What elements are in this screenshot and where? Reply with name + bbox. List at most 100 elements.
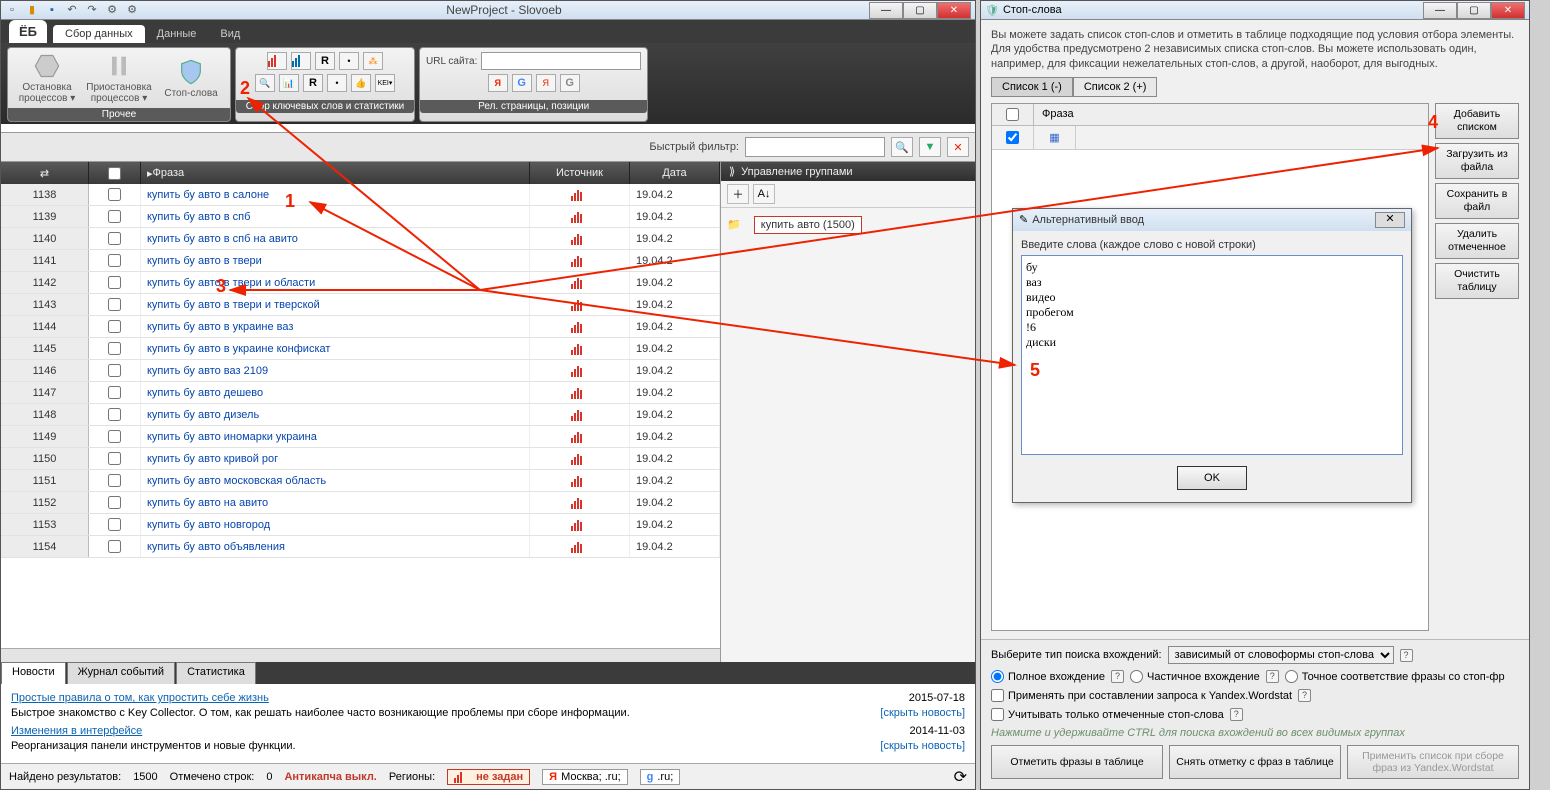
phrase-cell[interactable]: купить бу авто в украине конфискат xyxy=(141,338,530,359)
region-google-chip[interactable]: g .ru; xyxy=(640,769,681,785)
new-file-icon[interactable]: ▫ xyxy=(5,3,19,17)
group-item[interactable]: купить авто (1500) xyxy=(754,216,862,234)
hide-news-2[interactable]: [скрыть новость] xyxy=(880,740,965,752)
checkbox-wordstat[interactable]: Применять при составлении запроса к Yand… xyxy=(991,689,1292,702)
row-checkbox[interactable] xyxy=(89,470,141,491)
sw-close-button[interactable]: ✕ xyxy=(1491,2,1525,19)
pause-processes-button[interactable]: Приостановка процессов ▾ xyxy=(86,52,152,104)
row-checkbox[interactable] xyxy=(89,492,141,513)
header-checkbox[interactable] xyxy=(89,162,141,184)
sw-maximize-button[interactable]: ▢ xyxy=(1457,2,1491,19)
table-row[interactable]: 1148купить бу авто дизель19.04.2 xyxy=(1,404,720,426)
row-checkbox[interactable] xyxy=(89,448,141,469)
col-phrase[interactable]: ▸ Фраза xyxy=(141,162,530,184)
mini-btn-kei[interactable]: KEI▾ xyxy=(375,74,395,92)
apply-list-button[interactable]: Применить список при сборе фраз из Yande… xyxy=(1347,745,1519,779)
table-row[interactable]: 1144купить бу авто в украине ваз19.04.2 xyxy=(1,316,720,338)
filter-clear-button[interactable]: ✕ xyxy=(947,137,969,157)
tab-vid[interactable]: Вид xyxy=(208,25,252,43)
open-folder-icon[interactable]: ▮ xyxy=(25,3,39,17)
sw-minimize-button[interactable]: — xyxy=(1423,2,1457,19)
yandex2-icon[interactable]: Я xyxy=(536,74,556,92)
mini-btn-r2[interactable]: R xyxy=(303,74,323,92)
group-sort-button[interactable]: A↓ xyxy=(753,184,775,204)
add-list-button[interactable]: Добавить списком xyxy=(1435,103,1519,139)
row-checkbox[interactable] xyxy=(89,294,141,315)
help-icon-2[interactable]: ? xyxy=(1266,670,1279,683)
mini-btn-search[interactable]: 🔍 xyxy=(255,74,275,92)
tab-list1[interactable]: Список 1 (-) xyxy=(991,77,1073,97)
unmark-phrases-button[interactable]: Снять отметку с фраз в таблице xyxy=(1169,745,1341,779)
news-link-2[interactable]: Изменения в интерфейсе xyxy=(11,725,142,737)
region-yandex-chip[interactable]: Я Москва; .ru; xyxy=(542,769,627,785)
table-row[interactable]: 1149купить бу авто иномарки украина19.04… xyxy=(1,426,720,448)
row-checkbox[interactable] xyxy=(89,316,141,337)
table-row[interactable]: 1151купить бу авто московская область19.… xyxy=(1,470,720,492)
mini-btn-dot[interactable]: • xyxy=(339,52,359,70)
row-header-icon[interactable]: ⇄ xyxy=(1,162,89,184)
table-row[interactable]: 1147купить бу авто дешево19.04.2 xyxy=(1,382,720,404)
table-row[interactable]: 1146купить бу авто ваз 210919.04.2 xyxy=(1,360,720,382)
tab-dannye[interactable]: Данные xyxy=(145,25,209,43)
horizontal-scrollbar[interactable] xyxy=(1,648,720,662)
gear2-icon[interactable]: ⚙ xyxy=(125,3,139,17)
table-row[interactable]: 1150купить бу авто кривой рог19.04.2 xyxy=(1,448,720,470)
radio-exact[interactable]: Точное соответствие фразы со стоп-фр xyxy=(1285,670,1505,683)
save-file-button[interactable]: Сохранить в файл xyxy=(1435,183,1519,219)
url-input[interactable] xyxy=(481,52,641,70)
phrase-cell[interactable]: купить бу авто дизель xyxy=(141,404,530,425)
phrase-cell[interactable]: купить бу авто в твери и области xyxy=(141,272,530,293)
table-body[interactable]: 1138купить бу авто в салоне19.04.21139ку… xyxy=(1,184,720,648)
google2-icon[interactable]: G xyxy=(560,74,580,92)
alt-ok-button[interactable]: OK xyxy=(1177,466,1247,490)
col-date[interactable]: Дата xyxy=(630,162,720,184)
mini-btn-r[interactable]: R xyxy=(315,52,335,70)
tab-stats[interactable]: Статистика xyxy=(176,662,256,684)
search-type-select[interactable]: зависимый от словоформы стоп-слова xyxy=(1168,646,1394,664)
help-icon-3[interactable]: ? xyxy=(1298,689,1311,702)
maximize-button[interactable]: ▢ xyxy=(903,2,937,19)
app-button[interactable]: ЁБ xyxy=(9,20,47,43)
redo-icon[interactable]: ↷ xyxy=(85,3,99,17)
mini-btn-dot2[interactable]: • xyxy=(327,74,347,92)
phrase-cell[interactable]: купить бу авто объявления xyxy=(141,536,530,557)
stop-processes-button[interactable]: Остановка процессов ▾ xyxy=(14,52,80,104)
table-row[interactable]: 1154купить бу авто объявления19.04.2 xyxy=(1,536,720,558)
gear-icon[interactable]: ⚙ xyxy=(105,3,119,17)
table-row[interactable]: 1145купить бу авто в украине конфискат19… xyxy=(1,338,720,360)
table-row[interactable]: 1141купить бу авто в твери19.04.2 xyxy=(1,250,720,272)
row-checkbox[interactable] xyxy=(89,206,141,227)
phrase-cell[interactable]: купить бу авто в украине ваз xyxy=(141,316,530,337)
phrase-cell[interactable]: купить бу авто на авито xyxy=(141,492,530,513)
sw-col-phrase[interactable]: Фраза xyxy=(1034,104,1428,125)
row-checkbox[interactable] xyxy=(89,250,141,271)
phrase-cell[interactable]: купить бу авто в твери xyxy=(141,250,530,271)
mini-btn-1[interactable] xyxy=(267,52,287,70)
mark-phrases-button[interactable]: Отметить фразы в таблице xyxy=(991,745,1163,779)
row-checkbox[interactable] xyxy=(89,360,141,381)
row-checkbox[interactable] xyxy=(89,272,141,293)
minimize-button[interactable]: — xyxy=(869,2,903,19)
phrase-cell[interactable]: купить бу авто в салоне xyxy=(141,184,530,205)
table-row[interactable]: 1153купить бу авто новгород19.04.2 xyxy=(1,514,720,536)
filter-apply-button[interactable]: 🔍 xyxy=(891,137,913,157)
help-icon-4[interactable]: ? xyxy=(1230,708,1243,721)
row-checkbox[interactable] xyxy=(89,426,141,447)
alt-dialog-close[interactable]: ✕ xyxy=(1375,212,1405,228)
news-link-1[interactable]: Простые правила о том, как упростить себ… xyxy=(11,692,269,704)
filter-funnel-button[interactable]: ▼ xyxy=(919,137,941,157)
collapse-icon[interactable]: ⟫ xyxy=(729,165,735,178)
row-checkbox[interactable] xyxy=(89,382,141,403)
col-source[interactable]: Источник xyxy=(530,162,630,184)
sw-header-chk[interactable] xyxy=(992,104,1034,125)
phrase-cell[interactable]: купить бу авто кривой рог xyxy=(141,448,530,469)
table-row[interactable]: 1140купить бу авто в спб на авито19.04.2 xyxy=(1,228,720,250)
hide-news-1[interactable]: [скрыть новость] xyxy=(880,707,965,719)
refresh-icon[interactable]: ⟳ xyxy=(954,767,967,787)
google-icon[interactable]: G xyxy=(512,74,532,92)
close-button[interactable]: ✕ xyxy=(937,2,971,19)
table-row[interactable]: 1138купить бу авто в салоне19.04.2 xyxy=(1,184,720,206)
tab-sbor-dannyh[interactable]: Сбор данных xyxy=(53,25,145,43)
group-add-button[interactable]: ＋ xyxy=(727,184,749,204)
table-row[interactable]: 1142купить бу авто в твери и области19.0… xyxy=(1,272,720,294)
